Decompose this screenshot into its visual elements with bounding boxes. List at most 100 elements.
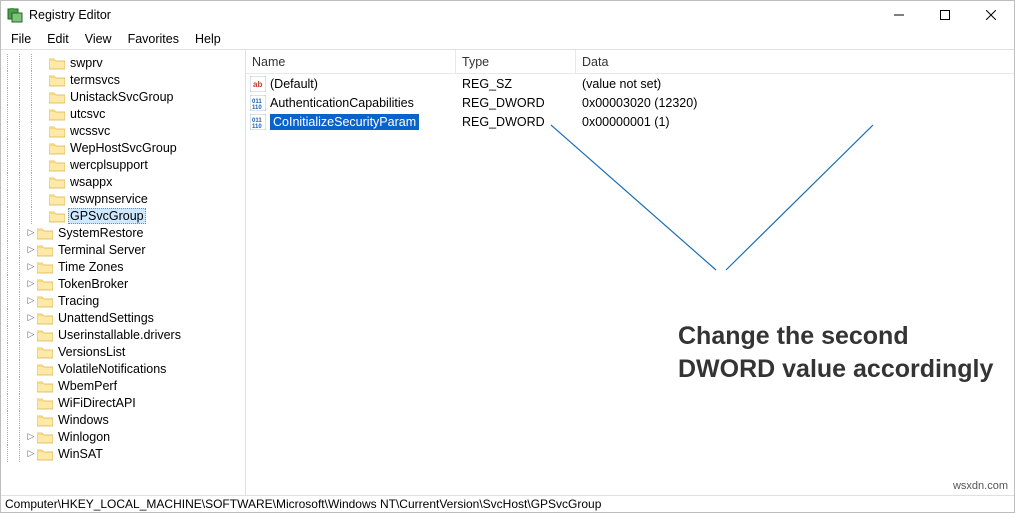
main-split: swprvtermsvcsUnistackSvcGrouputcsvc wcssv… xyxy=(1,49,1014,495)
folder-icon xyxy=(49,107,65,121)
chevron-right-icon[interactable]: ▷ xyxy=(25,278,37,289)
value-type: REG_DWORD xyxy=(456,115,576,129)
folder-icon xyxy=(49,124,65,138)
tree-item[interactable]: VolatileNotifications xyxy=(1,360,245,377)
folder-icon xyxy=(37,447,53,461)
tree-pane[interactable]: swprvtermsvcsUnistackSvcGrouputcsvc wcssv… xyxy=(1,50,246,495)
chevron-right-icon[interactable]: ▷ xyxy=(25,261,37,272)
tree-item-label: Windows xyxy=(56,413,111,427)
menu-edit[interactable]: Edit xyxy=(41,30,75,48)
tree-item[interactable]: ▷UnattendSettings xyxy=(1,309,245,326)
column-header-name[interactable]: Name xyxy=(246,50,456,73)
folder-icon xyxy=(49,175,65,189)
tree-item[interactable]: WiFiDirectAPI xyxy=(1,394,245,411)
tree-item-label: TokenBroker xyxy=(56,277,130,291)
tree-item[interactable]: ▷ Time Zones xyxy=(1,258,245,275)
chevron-right-icon[interactable]: ▷ xyxy=(25,244,37,255)
tree-item-label: Tracing xyxy=(56,294,101,308)
value-type: REG_SZ xyxy=(456,77,576,91)
tree-item[interactable]: Windows xyxy=(1,411,245,428)
value-name: (Default) xyxy=(270,77,318,91)
tree-item-label: WinSAT xyxy=(56,447,105,461)
folder-icon xyxy=(37,328,53,342)
tree-item-label: VersionsList xyxy=(56,345,127,359)
chevron-right-icon[interactable]: ▷ xyxy=(25,431,37,442)
value-type: REG_DWORD xyxy=(456,96,576,110)
chevron-right-icon[interactable]: ▷ xyxy=(25,227,37,238)
value-row[interactable]: AuthenticationCapabilities REG_DWORD0x000… xyxy=(246,93,1014,112)
folder-icon xyxy=(37,413,53,427)
tree-item[interactable]: wcssvc xyxy=(1,122,245,139)
folder-icon xyxy=(37,396,53,410)
menu-help[interactable]: Help xyxy=(189,30,227,48)
tree-item[interactable]: ▷ TokenBroker xyxy=(1,275,245,292)
folder-icon xyxy=(37,379,53,393)
string-value-icon xyxy=(250,76,266,92)
statusbar-path: Computer\HKEY_LOCAL_MACHINE\SOFTWARE\Mic… xyxy=(5,497,601,511)
tree-item[interactable]: utcsvc xyxy=(1,105,245,122)
tree-item[interactable]: termsvcs xyxy=(1,71,245,88)
values-header: Name Type Data xyxy=(246,50,1014,74)
window-title: Registry Editor xyxy=(29,8,111,22)
tree-item-label: wswpnservice xyxy=(68,192,150,206)
minimize-button[interactable] xyxy=(876,1,922,29)
menu-view[interactable]: View xyxy=(79,30,118,48)
titlebar: Registry Editor xyxy=(1,1,1014,29)
value-row[interactable]: (Default) REG_SZ(value not set) xyxy=(246,74,1014,93)
tree-item[interactable]: ▷ Winlogon xyxy=(1,428,245,445)
chevron-right-icon[interactable]: ▷ xyxy=(25,312,37,323)
tree-item[interactable]: WepHostSvcGroup xyxy=(1,139,245,156)
tree-item[interactable]: ▷ Terminal Server xyxy=(1,241,245,258)
folder-icon xyxy=(49,73,65,87)
annotation-text: Change the second DWORD value accordingl… xyxy=(678,320,998,385)
tree-item[interactable]: ▷ SystemRestore xyxy=(1,224,245,241)
registry-editor-window: Registry Editor File Edit View Favorites… xyxy=(0,0,1015,513)
tree-item[interactable]: ▷ Tracing xyxy=(1,292,245,309)
folder-icon xyxy=(49,90,65,104)
tree-item-label: VolatileNotifications xyxy=(56,362,168,376)
tree-item[interactable]: VersionsList xyxy=(1,343,245,360)
tree-item-label: SystemRestore xyxy=(56,226,145,240)
tree-item[interactable]: ▷ WinSAT xyxy=(1,445,245,462)
tree-item[interactable]: wercplsupport xyxy=(1,156,245,173)
values-pane[interactable]: Name Type Data (Default) REG_SZ(value not… xyxy=(246,50,1014,495)
folder-icon xyxy=(37,226,53,240)
column-header-data[interactable]: Data xyxy=(576,50,1014,73)
tree-item-label: wsappx xyxy=(68,175,114,189)
tree-item[interactable]: WbemPerf xyxy=(1,377,245,394)
tree-item-label: Terminal Server xyxy=(56,243,148,257)
folder-icon xyxy=(37,345,53,359)
folder-icon xyxy=(37,311,53,325)
tree-item[interactable]: wswpnservice xyxy=(1,190,245,207)
chevron-right-icon[interactable]: ▷ xyxy=(25,295,37,306)
value-row[interactable]: CoInitializeSecurityParamREG_DWORD0x0000… xyxy=(246,112,1014,131)
tree-item-label: swprv xyxy=(68,56,105,70)
value-data: (value not set) xyxy=(576,77,1014,91)
tree-item[interactable]: wsappx xyxy=(1,173,245,190)
tree-item[interactable]: ▷Userinstallable.drivers xyxy=(1,326,245,343)
maximize-button[interactable] xyxy=(922,1,968,29)
column-header-type[interactable]: Type xyxy=(456,50,576,73)
close-button[interactable] xyxy=(968,1,1014,29)
chevron-right-icon[interactable]: ▷ xyxy=(25,329,37,340)
folder-icon xyxy=(37,260,53,274)
folder-icon xyxy=(37,243,53,257)
chevron-right-icon[interactable]: ▷ xyxy=(25,448,37,459)
menu-file[interactable]: File xyxy=(5,30,37,48)
folder-icon xyxy=(37,362,53,376)
tree-item-label: Time Zones xyxy=(56,260,126,274)
menu-favorites[interactable]: Favorites xyxy=(122,30,185,48)
folder-icon xyxy=(49,56,65,70)
value-data: 0x00003020 (12320) xyxy=(576,96,1014,110)
menubar: File Edit View Favorites Help xyxy=(1,29,1014,49)
tree-item-label: WiFiDirectAPI xyxy=(56,396,138,410)
value-name: AuthenticationCapabilities xyxy=(270,96,414,110)
tree-item[interactable]: UnistackSvcGroup xyxy=(1,88,245,105)
watermark: wsxdn.com xyxy=(953,480,1008,492)
tree-item-label: wcssvc xyxy=(68,124,112,138)
tree-item[interactable]: GPSvcGroup xyxy=(1,207,245,224)
tree-item[interactable]: swprv xyxy=(1,54,245,71)
tree-item-label: Winlogon xyxy=(56,430,112,444)
tree-item-label: GPSvcGroup xyxy=(68,208,146,224)
folder-icon xyxy=(49,192,65,206)
